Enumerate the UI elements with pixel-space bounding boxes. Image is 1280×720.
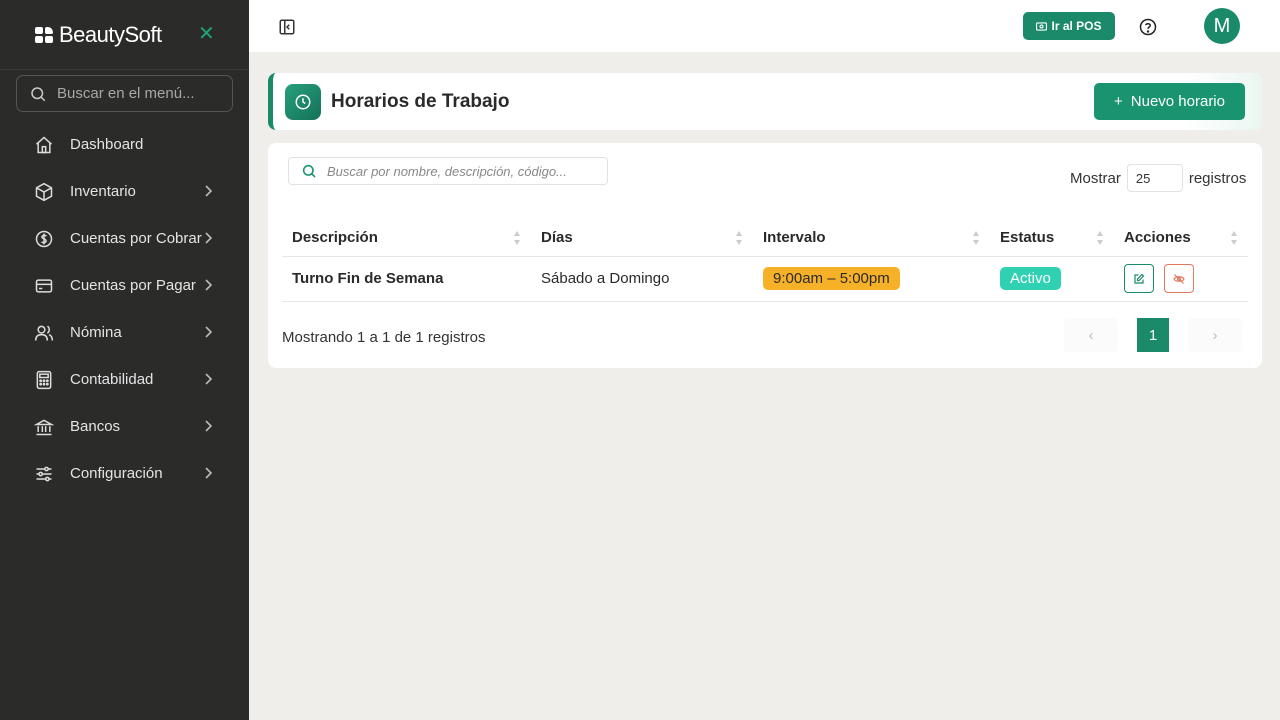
close-sidebar-icon[interactable]: ✕ [198,24,215,44]
brand-name: BeautySoft [59,21,162,47]
sidebar-item-cuentas-cobrar[interactable]: Cuentas por Cobrar [0,215,249,262]
interval-badge: 9:00am – 5:00pm [763,267,900,290]
page-size-select[interactable]: 25 [1126,164,1183,192]
sidebar-item-label: Bancos [70,418,121,435]
column-header-label: Estatus [1000,229,1055,247]
page-button-current[interactable]: 1 [1126,318,1180,352]
sort-icon [1097,231,1103,245]
column-header-dias[interactable]: Días [531,220,753,257]
go-to-pos-button[interactable]: Ir al POS [1023,12,1115,40]
prev-page-button[interactable]: ‹ [1064,318,1118,352]
search-icon [31,86,46,101]
column-header-descripcion[interactable]: Descripción [282,220,531,257]
menu-search-input[interactable] [57,85,217,102]
bank-icon [34,417,54,437]
sidebar-toggle-icon[interactable] [278,18,296,41]
go-to-pos-label: Ir al POS [1051,19,1102,33]
clock-icon [285,84,321,120]
sidebar-item-cuentas-pagar[interactable]: Cuentas por Pagar [0,262,249,309]
cell-estatus: Activo [990,256,1114,302]
column-header-estatus[interactable]: Estatus [990,220,1114,257]
sidebar-nav: Dashboard Inventario Cuentas por Cobrar … [0,121,249,497]
sidebar-item-label: Cuentas por Cobrar [70,230,202,247]
cell-dias: Sábado a Domingo [531,256,753,302]
sidebar-item-bancos[interactable]: Bancos [0,403,249,450]
new-schedule-button[interactable]: + Nuevo horario [1094,83,1245,120]
sidebar-item-label: Inventario [70,183,136,200]
chevron-right-icon [202,372,214,391]
table-row: Turno Fin de Semana Sábado a Domingo 9:0… [282,256,1248,302]
chevron-right-icon [202,325,214,344]
next-page-button[interactable]: › [1188,318,1242,352]
page-number: 1 [1137,318,1169,352]
sidebar-item-label: Contabilidad [70,371,154,388]
cell-intervalo: 9:00am – 5:00pm [753,256,990,302]
edit-button[interactable] [1124,264,1154,293]
pagination: ‹ 1 › [1064,318,1242,352]
table-search-input[interactable] [327,163,607,179]
cash-icon [1036,21,1048,31]
home-icon [34,135,54,155]
records-label: registros [1188,169,1247,187]
page-title: Horarios de Trabajo [331,91,510,112]
sort-icon [1231,231,1237,245]
sidebar-item-dashboard[interactable]: Dashboard [0,121,249,168]
brand-logo-icon [35,26,53,43]
sidebar-item-label: Configuración [70,465,163,482]
chevron-right-icon [202,419,214,438]
avatar[interactable]: M [1204,8,1240,44]
help-icon[interactable] [1139,18,1157,41]
edit-icon [1134,273,1145,284]
chevron-right-icon [202,278,214,297]
column-header-label: Días [541,229,573,247]
column-header-label: Intervalo [763,229,826,247]
brand: BeautySoft ✕ [0,0,249,70]
table-search[interactable] [288,157,608,185]
column-header-label: Acciones [1124,229,1191,247]
topbar: Ir al POS M [249,0,1280,52]
dollar-circle-icon [34,229,54,249]
new-schedule-label: Nuevo horario [1130,93,1225,110]
menu-search[interactable] [16,75,233,112]
calculator-icon [34,370,54,390]
users-icon [34,323,54,343]
column-header-acciones[interactable]: Acciones [1114,220,1248,257]
sidebar-item-inventario[interactable]: Inventario [0,168,249,215]
column-header-label: Descripción [292,229,378,247]
table-header-row: Descripción Días Intervalo Estatus Accio… [282,220,1248,257]
sidebar-item-label: Nómina [70,324,122,341]
chevron-right-icon [202,184,214,203]
sidebar-item-label: Cuentas por Pagar [70,277,196,294]
sort-icon [514,231,520,245]
status-badge: Activo [1000,267,1061,290]
deactivate-button[interactable] [1164,264,1195,293]
eye-off-icon [1173,273,1185,284]
show-label: Mostrar [1070,169,1121,187]
sidebar-item-configuracion[interactable]: Configuración [0,450,249,497]
plus-icon: + [1114,93,1123,110]
credit-card-icon [34,276,54,296]
cell-descripcion: Turno Fin de Semana [282,256,531,302]
sidebar: BeautySoft ✕ Dashboard Inventario Cuenta… [0,0,249,720]
cell-acciones [1114,256,1248,302]
page-header: Horarios de Trabajo + Nuevo horario [268,73,1262,130]
sort-icon [973,231,979,245]
showing-text: Mostrando 1 a 1 de 1 registros [282,329,486,346]
sidebar-item-nomina[interactable]: Nómina [0,309,249,356]
box-icon [34,182,54,202]
sidebar-item-contabilidad[interactable]: Contabilidad [0,356,249,403]
page-size-control: Mostrar 25 registros [1070,164,1246,192]
schedules-table: Descripción Días Intervalo Estatus Accio… [282,220,1248,302]
column-header-intervalo[interactable]: Intervalo [753,220,990,257]
schedules-table-card: Mostrar 25 registros Descripción Días In… [268,143,1262,368]
sliders-icon [34,464,54,484]
search-icon [302,164,316,178]
chevron-right-icon [202,466,214,485]
chevron-right-icon [202,231,214,250]
sidebar-item-label: Dashboard [70,136,144,153]
sort-icon [736,231,742,245]
